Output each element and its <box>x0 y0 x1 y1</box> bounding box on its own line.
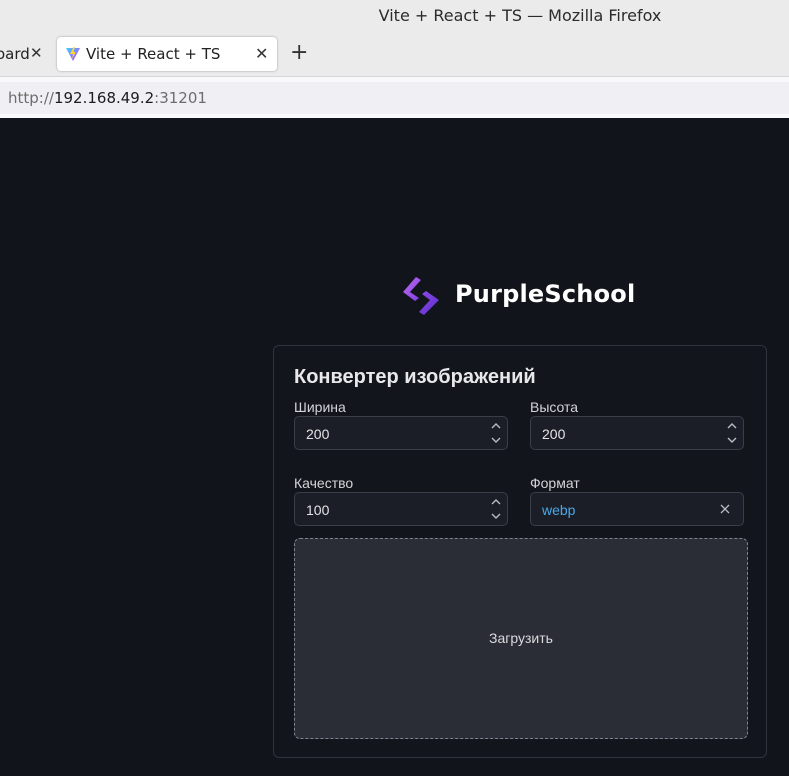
width-stepper[interactable] <box>489 419 503 447</box>
tab-close-icon[interactable]: ✕ <box>255 44 268 63</box>
url-bar[interactable]: http://192.168.49.2:31201 <box>0 82 789 114</box>
tab-previous-label: oard <box>0 45 30 63</box>
window-titlebar: Vite + React + TS — Mozilla Firefox <box>0 0 789 34</box>
chevron-up-icon[interactable] <box>489 495 503 509</box>
chevron-down-icon[interactable] <box>489 433 503 447</box>
tab-active-label: Vite + React + TS <box>86 45 221 63</box>
url-port: :31201 <box>154 89 207 107</box>
width-input[interactable]: 200 <box>294 416 508 450</box>
new-tab-button[interactable]: + <box>290 42 308 64</box>
converter-title: Конвертер изображений <box>294 366 536 388</box>
tab-bar: oard ✕ Vite + React + TS ✕ + <box>0 34 789 76</box>
vite-favicon-icon <box>66 47 80 61</box>
height-label: Высота <box>530 399 579 415</box>
tab-previous[interactable]: oard ✕ <box>0 38 52 70</box>
height-stepper[interactable] <box>725 419 739 447</box>
browser-chrome: Vite + React + TS — Mozilla Firefox oard… <box>0 0 789 119</box>
page-content: PurpleSchool Конвертер изображений Ширин… <box>0 118 789 776</box>
tab-active[interactable]: Vite + React + TS ✕ <box>57 37 277 71</box>
clear-icon[interactable] <box>719 503 731 515</box>
url-text: http://192.168.49.2:31201 <box>8 89 207 107</box>
quality-input[interactable]: 100 <box>294 492 508 526</box>
format-value: webp <box>542 502 576 518</box>
window-title: Vite + React + TS — Mozilla Firefox <box>378 6 662 25</box>
height-input[interactable]: 200 <box>530 416 744 450</box>
format-label: Формат <box>530 475 580 491</box>
upload-label: Загрузить <box>489 630 553 646</box>
width-value: 200 <box>306 426 330 442</box>
quality-label: Качество <box>294 475 354 491</box>
purpleschool-logo-icon <box>403 277 439 315</box>
height-value: 200 <box>542 426 566 442</box>
chevron-down-icon[interactable] <box>489 509 503 523</box>
quality-value: 100 <box>306 502 330 518</box>
chevron-up-icon[interactable] <box>489 419 503 433</box>
tab-previous-close-icon[interactable]: ✕ <box>30 44 43 62</box>
upload-dropzone[interactable]: Загрузить <box>294 538 748 739</box>
url-scheme: http:// <box>8 89 54 107</box>
url-host: 192.168.49.2 <box>53 89 155 107</box>
format-select[interactable]: webp <box>530 492 744 526</box>
quality-stepper[interactable] <box>489 495 503 523</box>
chevron-down-icon[interactable] <box>725 433 739 447</box>
brand-name: PurpleSchool <box>455 280 636 308</box>
width-label: Ширина <box>294 399 346 415</box>
chevron-up-icon[interactable] <box>725 419 739 433</box>
navigation-bar: http://192.168.49.2:31201 <box>0 76 789 119</box>
converter-card: Конвертер изображений Ширина 200 Высота … <box>273 345 767 758</box>
